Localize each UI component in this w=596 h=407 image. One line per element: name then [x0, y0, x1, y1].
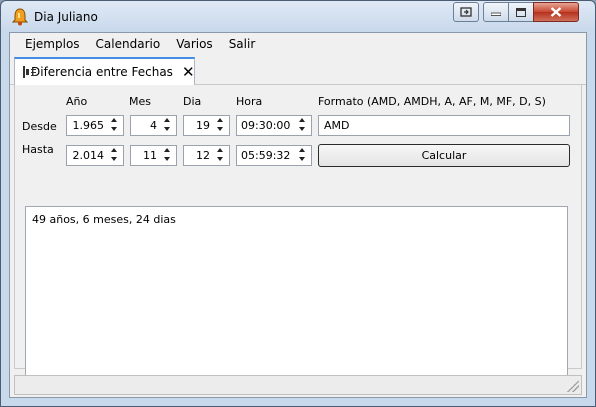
desde-mes-value: 4 [150, 119, 157, 132]
menu-salir[interactable]: Salir [221, 33, 264, 55]
app-window: Dia Juliano Ejemplos Calendario Varios S… [0, 0, 596, 407]
spin-down-icon[interactable] [295, 155, 310, 163]
resize-grip-icon[interactable] [567, 380, 579, 392]
row-label-desde: Desde [22, 120, 57, 133]
minimize-icon [491, 12, 501, 16]
spin-up-icon[interactable] [160, 117, 175, 125]
result-text: 49 años, 6 meses, 24 dias [32, 213, 176, 226]
bell-icon [11, 8, 29, 26]
spin-up-icon[interactable] [295, 147, 310, 155]
spin-down-icon[interactable] [213, 155, 228, 163]
column-label-hora: Hora [236, 95, 263, 108]
result-textarea[interactable]: 49 años, 6 meses, 24 dias [25, 206, 568, 391]
desde-anio-value: 1.965 [72, 119, 105, 132]
calcular-button[interactable]: Calcular [318, 144, 570, 167]
hasta-dia-value: 12 [196, 149, 210, 162]
maximize-button[interactable] [508, 2, 534, 22]
menu-bar: Ejemplos Calendario Varios Salir [10, 33, 586, 55]
spin-down-icon[interactable] [107, 125, 122, 133]
tab-strip: Diferencia entre Fechas ✕ [10, 55, 586, 85]
spin-down-icon[interactable] [160, 155, 175, 163]
tab-diferencia-fechas[interactable]: Diferencia entre Fechas ✕ [14, 57, 195, 85]
spin-down-icon[interactable] [160, 125, 175, 133]
hasta-hora-spinbox[interactable]: 05:59:32 [236, 145, 312, 166]
status-bar [14, 375, 582, 395]
column-label-formato: Formato (AMD, AMDH, A, AF, M, MF, D, S) [318, 95, 546, 108]
menu-calendario[interactable]: Calendario [88, 33, 169, 55]
hasta-hora-value: 05:59:32 [241, 149, 291, 162]
desde-mes-spinbox[interactable]: 4 [130, 115, 177, 136]
desde-dia-spinbox[interactable]: 19 [183, 115, 230, 136]
desde-hora-spinbox[interactable]: 09:30:00 [236, 115, 312, 136]
title-bar[interactable]: Dia Juliano [1, 1, 595, 31]
window-title: Dia Juliano [34, 10, 98, 24]
hasta-mes-spinbox[interactable]: 11 [130, 145, 177, 166]
restore-tab-button[interactable] [453, 2, 479, 22]
spin-up-icon[interactable] [213, 147, 228, 155]
menu-ejemplos[interactable]: Ejemplos [17, 33, 88, 55]
date-difference-panel: Año Mes Dia Hora Formato (AMD, AMDH, A, … [14, 85, 582, 391]
window-restore-icon [460, 7, 472, 17]
close-window-button[interactable] [533, 2, 579, 22]
spin-down-icon[interactable] [107, 155, 122, 163]
hasta-mes-value: 11 [143, 149, 157, 162]
desde-anio-spinbox[interactable]: 1.965 [66, 115, 124, 136]
column-label-dia: Dia [183, 95, 202, 108]
minimize-button[interactable] [483, 2, 509, 22]
spin-up-icon[interactable] [213, 117, 228, 125]
maximize-icon [516, 7, 526, 17]
tab-label: Diferencia entre Fechas [31, 65, 173, 79]
spin-up-icon[interactable] [107, 117, 122, 125]
column-label-mes: Mes [129, 95, 151, 108]
menu-varios[interactable]: Varios [168, 33, 221, 55]
desde-dia-value: 19 [196, 119, 210, 132]
column-label-anio: Año [66, 95, 88, 108]
form-icon [23, 66, 36, 78]
spin-up-icon[interactable] [107, 147, 122, 155]
spin-up-icon[interactable] [295, 117, 310, 125]
hasta-anio-spinbox[interactable]: 2.014 [66, 145, 124, 166]
spin-up-icon[interactable] [160, 147, 175, 155]
row-label-hasta: Hasta [22, 143, 54, 156]
tab-close-icon[interactable]: ✕ [182, 65, 195, 80]
desde-hora-value: 09:30:00 [241, 119, 291, 132]
hasta-anio-value: 2.014 [72, 149, 105, 162]
formato-input[interactable]: AMD [318, 115, 570, 136]
spin-down-icon[interactable] [295, 125, 310, 133]
close-icon [550, 7, 562, 17]
client-area: Ejemplos Calendario Varios Salir Diferen… [9, 32, 587, 398]
hasta-dia-spinbox[interactable]: 12 [183, 145, 230, 166]
spin-down-icon[interactable] [213, 125, 228, 133]
